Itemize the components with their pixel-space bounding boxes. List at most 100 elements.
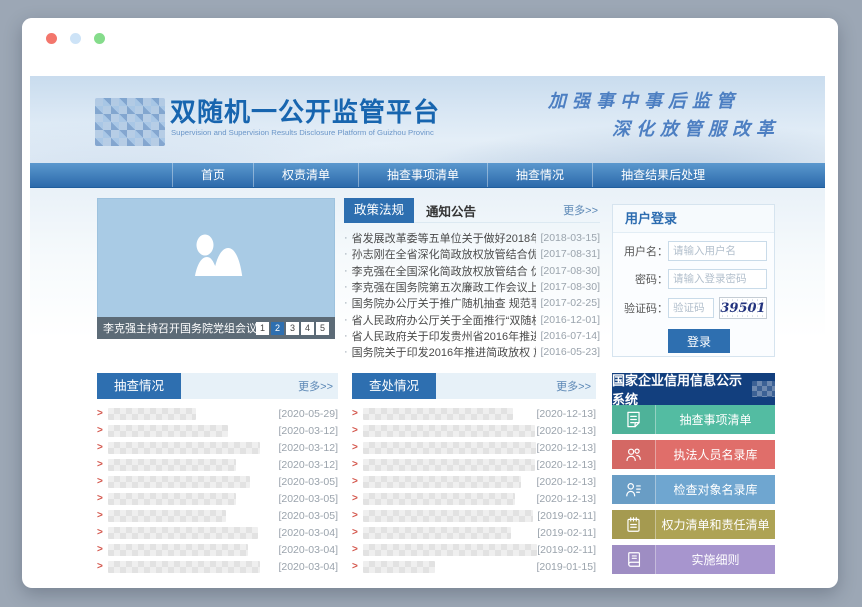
news-item[interactable]: · 省人民政府关于印发贵州省2016年推进简政放权... [2016-07-14… — [344, 328, 600, 344]
investigation-item[interactable]: > [2019-02-11] — [352, 541, 596, 558]
spot-check-item[interactable]: > [2020-03-05] — [97, 507, 338, 524]
news-item[interactable]: · 省发展改革委等五单位关于做好2018年“双随机一... [2018-03-1… — [344, 230, 600, 246]
redacted-text — [363, 408, 513, 420]
redacted-text — [108, 561, 260, 573]
nav-item[interactable]: 抽查情况 — [487, 163, 592, 187]
investigation-item[interactable]: > [2019-02-11] — [352, 524, 596, 541]
spot-check-item[interactable]: > [2020-03-05] — [97, 473, 338, 490]
chevron-right-icon: > — [352, 562, 358, 572]
redacted-text — [108, 408, 196, 420]
spot-check-header: 抽查情况 更多>> — [97, 373, 338, 399]
investigation-item[interactable]: > [2019-01-15] — [352, 558, 596, 575]
investigation-item-date: [2020-12-13] — [536, 442, 596, 454]
spot-check-item[interactable]: > [2020-03-12] — [97, 439, 338, 456]
news-item[interactable]: · 孙志刚在全省深化简政放权放管结合优化服务改... [2017-08-31] — [344, 246, 600, 262]
redacted-text — [363, 544, 537, 556]
close-window-button[interactable] — [46, 33, 57, 44]
investigation-item[interactable]: > [2020-12-13] — [352, 456, 596, 473]
investigation-item[interactable]: > [2020-12-13] — [352, 473, 596, 490]
quick-link-button[interactable]: 执法人员名录库 — [612, 440, 775, 469]
tab-policies[interactable]: 政策法规 — [344, 198, 414, 223]
credit-system-link[interactable]: 国家企业信用信息公示系统 — [612, 373, 775, 405]
nav-item[interactable]: 抽查结果后处理 — [592, 163, 733, 187]
spot-check-item[interactable]: > [2020-03-04] — [97, 541, 338, 558]
carousel-page-button[interactable]: 5 — [316, 322, 329, 335]
news-list: · 省发展改革委等五单位关于做好2018年“双随机一... [2018-03-1… — [344, 230, 600, 360]
news-item[interactable]: · 国务院关于印发2016年推进简政放权 放管结合优... [2016-05-2… — [344, 344, 600, 360]
spot-check-item-date: [2020-03-12] — [278, 442, 338, 454]
captcha-image[interactable]: 39501 — [719, 297, 767, 319]
nav-item[interactable]: 权责清单 — [253, 163, 358, 187]
redacted-text — [363, 442, 537, 454]
username-label: 用户名： — [620, 243, 668, 259]
login-button[interactable]: 登录 — [668, 329, 730, 353]
quick-link-label: 权力清单和责任清单 — [656, 510, 775, 539]
tab-spot-check[interactable]: 抽查情况 — [97, 373, 181, 399]
investigation-item[interactable]: > [2020-12-13] — [352, 405, 596, 422]
people-icon — [624, 445, 643, 464]
password-field[interactable] — [668, 269, 767, 289]
quick-link-button[interactable]: 实施细则 — [612, 545, 775, 574]
investigation-item-date: [2020-12-13] — [536, 459, 596, 471]
spot-check-item[interactable]: > [2020-03-04] — [97, 558, 338, 575]
spot-check-item[interactable]: > [2020-03-05] — [97, 490, 338, 507]
username-field[interactable] — [668, 241, 767, 261]
news-item[interactable]: · 李克强在全国深化简政放权放管结合 优化服务改... [2017-08-30] — [344, 263, 600, 279]
investigation-item[interactable]: > [2020-12-13] — [352, 490, 596, 507]
chevron-right-icon: > — [352, 460, 358, 470]
notepad-icon — [624, 515, 643, 534]
carousel-page-button[interactable]: 2 — [271, 322, 284, 335]
minimize-window-button[interactable] — [70, 33, 81, 44]
chevron-right-icon: > — [97, 426, 103, 436]
news-item-title: 李克强在全国深化简政放权放管结合 优化服务改... — [352, 263, 537, 279]
redacted-text — [108, 476, 250, 488]
captcha-label: 验证码： — [620, 300, 668, 316]
quick-link-button[interactable]: 权力清单和责任清单 — [612, 510, 775, 539]
checklist-document-icon — [624, 410, 643, 429]
tab-investigation[interactable]: 查处情况 — [352, 373, 436, 399]
image-placeholder-icon — [183, 232, 249, 284]
nav-item[interactable]: 抽查事项清单 — [358, 163, 487, 187]
news-item-title: 国务院关于印发2016年推进简政放权 放管结合优... — [352, 344, 537, 360]
spot-check-item[interactable]: > [2020-05-29] — [97, 405, 338, 422]
carousel-page-button[interactable]: 1 — [256, 322, 269, 335]
chevron-right-icon: > — [352, 443, 358, 453]
nav-item[interactable]: 首页 — [172, 163, 253, 187]
news-tabs: 政策法规 通知公告 更多>> — [344, 198, 600, 223]
investigation-item[interactable]: > [2020-12-13] — [352, 422, 596, 439]
maximize-window-button[interactable] — [94, 33, 105, 44]
investigation-item[interactable]: > [2020-12-13] — [352, 439, 596, 456]
redacted-text — [363, 425, 535, 437]
investigation-item[interactable]: > [2019-02-11] — [352, 507, 596, 524]
spot-check-item[interactable]: > [2020-03-12] — [97, 422, 338, 439]
carousel-slide-image[interactable] — [97, 198, 335, 317]
slogan-line-1: 加强事中事后监管 — [548, 87, 740, 113]
investigation-more-link[interactable]: 更多>> — [556, 378, 596, 394]
spot-check-item[interactable]: > [2020-03-12] — [97, 456, 338, 473]
investigation-item-date: [2019-02-11] — [537, 510, 596, 522]
chevron-right-icon: > — [97, 494, 103, 504]
carousel-page-button[interactable]: 4 — [301, 322, 314, 335]
chevron-right-icon: > — [352, 477, 358, 487]
spot-check-item[interactable]: > [2020-03-04] — [97, 524, 338, 541]
quick-link-button[interactable]: 检查对象名录库 — [612, 475, 775, 504]
password-label: 密码： — [620, 271, 668, 287]
tab-notices[interactable]: 通知公告 — [426, 201, 476, 220]
chevron-right-icon: > — [352, 494, 358, 504]
investigation-item-date: [2019-02-11] — [537, 544, 596, 556]
news-more-link[interactable]: 更多>> — [563, 202, 600, 218]
news-panel: 政策法规 通知公告 更多>> · 省发展改革委等五单位关于做好2018年“双随机… — [344, 198, 600, 360]
captcha-field[interactable] — [668, 298, 714, 318]
spot-check-more-link[interactable]: 更多>> — [298, 378, 338, 394]
site-banner: 双随机一公开监管平台 Supervision and Supervision R… — [30, 76, 825, 163]
news-item[interactable]: · 国务院办公厅关于推广随机抽查 规范事中事后监... [2017-02-25] — [344, 295, 600, 311]
spot-check-item-date: [2020-03-05] — [278, 476, 338, 488]
quick-link-button[interactable]: 抽查事项清单 — [612, 405, 775, 434]
news-item-date: [2016-05-23] — [540, 346, 600, 358]
bullet-icon: · — [344, 265, 348, 277]
news-item[interactable]: · 李克强在国务院第五次廉政工作会议上的讲话 [2017-08-30] — [344, 279, 600, 295]
news-item[interactable]: · 省人民政府办公厅关于全面推行“双随机一公开”监... [2016-12-01… — [344, 311, 600, 327]
redacted-text — [108, 527, 258, 539]
carousel-page-button[interactable]: 3 — [286, 322, 299, 335]
chevron-right-icon: > — [97, 528, 103, 538]
